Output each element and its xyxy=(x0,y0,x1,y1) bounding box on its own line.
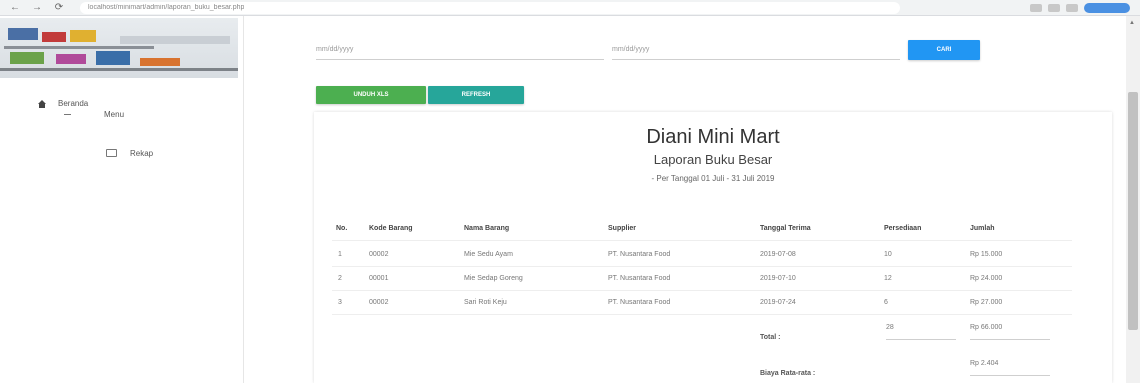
table-cell: 2019-07-24 xyxy=(760,299,796,306)
scrollbar-thumb[interactable] xyxy=(1128,92,1138,330)
table-cell: 3 xyxy=(338,299,342,306)
forward-icon[interactable]: → xyxy=(30,2,44,14)
extension-icon[interactable] xyxy=(1030,3,1042,12)
sidebar-banner-image xyxy=(0,18,238,78)
column-header: Persediaan xyxy=(884,225,922,232)
table-cell: Sari Roti Keju xyxy=(464,299,507,306)
table-cell: 00002 xyxy=(369,299,389,306)
table-cell: 2019-07-10 xyxy=(760,275,796,282)
report-card: Diani Mini Mart Laporan Buku Besar - Per… xyxy=(314,112,1112,383)
column-header: Jumlah xyxy=(970,225,995,232)
sidebar: Beranda Menu Rekap xyxy=(0,16,244,383)
sidebar-item-menu[interactable]: Menu xyxy=(104,110,124,119)
column-header: Nama Barang xyxy=(464,225,510,232)
menu-collapse-icon[interactable] xyxy=(64,114,71,115)
report-period: - Per Tanggal 01 Juli - 31 Juli 2019 xyxy=(651,174,775,183)
row-divider xyxy=(332,240,1072,241)
url-text: localhost/minimart/admin/laporan_buku_be… xyxy=(88,4,245,11)
extension-icon[interactable] xyxy=(1066,3,1078,12)
download-xls-button[interactable]: UNDUH XLS xyxy=(316,86,426,104)
scroll-up-icon[interactable]: ▲ xyxy=(1129,20,1135,26)
address-bar[interactable]: localhost/minimart/admin/laporan_buku_be… xyxy=(80,1,900,14)
table-cell: 10 xyxy=(884,251,892,258)
back-icon[interactable]: ← xyxy=(8,2,22,14)
column-header: No. xyxy=(336,225,348,232)
average-cost-label: Biaya Rata-rata : xyxy=(760,370,816,377)
table-cell: 12 xyxy=(884,275,892,282)
row-divider xyxy=(332,266,1072,267)
home-icon xyxy=(38,100,46,108)
reload-icon[interactable]: ⟳ xyxy=(52,2,66,14)
sidebar-item-rekap[interactable]: Rekap xyxy=(130,149,153,158)
table-cell: Rp 15.000 xyxy=(970,251,1003,258)
average-cost-field: Rp 2.404 xyxy=(970,360,1050,376)
table-cell: Mie Sedap Goreng xyxy=(464,275,523,282)
column-header: Supplier xyxy=(608,225,637,232)
row-divider xyxy=(332,290,1072,291)
table-cell: PT. Nusantara Food xyxy=(608,275,671,282)
row-divider xyxy=(332,314,1072,315)
browser-toolbar: ← → ⟳ localhost/minimart/admin/laporan_b… xyxy=(0,0,1140,16)
table-cell: Rp 27.000 xyxy=(970,299,1003,306)
table-cell: 6 xyxy=(884,299,888,306)
store-name: Diani Mini Mart xyxy=(646,126,780,148)
table-cell: Mie Sedu Ayam xyxy=(464,251,513,258)
start-date-input[interactable]: mm/dd/yyyy xyxy=(316,38,604,60)
total-label: Total : xyxy=(760,334,781,341)
table-cell: 2019-07-08 xyxy=(760,251,796,258)
table-cell: 00002 xyxy=(369,251,389,258)
table-cell: PT. Nusantara Food xyxy=(608,299,671,306)
search-button[interactable]: CARI xyxy=(908,40,980,60)
extension-icon[interactable] xyxy=(1048,3,1060,12)
extensions-area xyxy=(1030,2,1130,13)
report-title: Laporan Buku Besar xyxy=(653,152,773,167)
table-cell: 00001 xyxy=(369,275,389,282)
column-header: Kode Barang xyxy=(369,225,413,232)
table-cell: Rp 24.000 xyxy=(970,275,1003,282)
total-amount-field: Rp 66.000 xyxy=(970,324,1050,340)
sidebar-item-beranda[interactable]: Beranda xyxy=(58,99,88,108)
report-icon xyxy=(106,149,117,157)
main-content: mm/dd/yyyy mm/dd/yyyy CARI UNDUH XLS REF… xyxy=(250,16,1122,383)
profile-button[interactable] xyxy=(1084,2,1130,13)
table-cell: 2 xyxy=(338,275,342,282)
column-header: Tanggal Terima xyxy=(760,225,811,232)
table-cell: 1 xyxy=(338,251,342,258)
total-quantity-field: 28 xyxy=(886,324,956,340)
end-date-input[interactable]: mm/dd/yyyy xyxy=(612,38,900,60)
refresh-button[interactable]: REFRESH xyxy=(428,86,524,104)
table-cell: PT. Nusantara Food xyxy=(608,251,671,258)
